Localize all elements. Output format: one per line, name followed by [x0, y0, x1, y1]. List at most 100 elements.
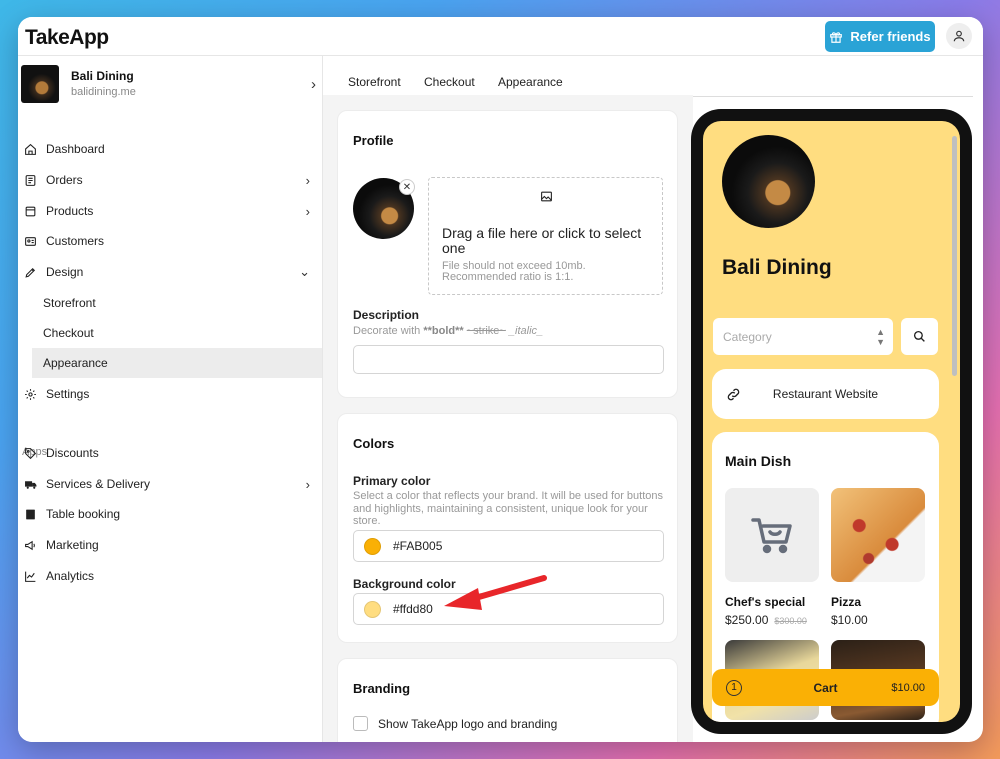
megaphone-icon [18, 539, 46, 552]
sidebar: Bali Dining balidining.me › Dashboard Or… [18, 56, 323, 742]
sidebar-item-design[interactable]: Design ⌄ [18, 257, 322, 287]
sidebar-item-table-booking[interactable]: Table booking [18, 499, 322, 529]
primary-color-swatch[interactable] [364, 537, 381, 555]
design-tabs: Storefront Checkout Appearance [340, 69, 973, 98]
sidebar-item-analytics[interactable]: Analytics [18, 561, 322, 591]
profile-title: Profile [353, 133, 394, 148]
description-input[interactable] [353, 345, 664, 374]
store-switcher[interactable]: Bali Dining balidining.me › [21, 65, 321, 105]
customers-icon [18, 235, 46, 248]
sidebar-subitem-appearance[interactable]: Appearance [32, 348, 322, 378]
sidebar-subitem-storefront[interactable]: Storefront [32, 288, 322, 318]
primary-color-help: Select a color that reflects your brand.… [353, 490, 663, 527]
sidebar-item-label: Design [46, 265, 84, 279]
description-help-italic: _italic_ [508, 325, 544, 337]
product-image-pizza[interactable] [831, 488, 925, 582]
sidebar-item-services-delivery[interactable]: Services & Delivery › [18, 469, 322, 499]
user-avatar-button[interactable] [946, 23, 972, 49]
image-dropzone[interactable]: Drag a file here or click to select one … [428, 177, 663, 295]
chart-icon [18, 570, 46, 583]
sidebar-item-label: Analytics [46, 569, 95, 583]
app-window: TakeApp Refer friends Bali Dining balidi… [18, 17, 983, 742]
preview-search-button[interactable] [901, 318, 938, 355]
tab-checkout[interactable]: Checkout [424, 75, 475, 89]
background-color-swatch[interactable] [364, 600, 381, 618]
colors-title: Colors [353, 436, 395, 451]
category-placeholder: Category [723, 329, 772, 344]
sidebar-item-label: Customers [46, 234, 105, 248]
sidebar-item-discounts[interactable]: Discounts [18, 438, 322, 468]
colors-card: Colors Primary color Select a color that… [337, 413, 678, 643]
sidebar-item-products[interactable]: Products › [18, 196, 322, 226]
sidebar-item-orders[interactable]: Orders › [18, 165, 322, 195]
refer-friends-label: Refer friends [850, 29, 931, 44]
description-help: Decorate with **bold** ~strike~ _italic_ [353, 325, 668, 338]
store-url: balidining.me [71, 86, 136, 98]
link-label: Restaurant Website [772, 387, 879, 401]
remove-image-button[interactable]: ✕ [399, 179, 415, 195]
preview-scrollbar[interactable] [952, 136, 957, 376]
product-price: $250.00 $300.00 [725, 613, 807, 627]
chevron-down-icon: ⌄ [299, 264, 310, 279]
image-icon [541, 191, 552, 202]
product-image-placeholder[interactable] [725, 488, 819, 582]
dropzone-sub-text: File should not exceed 10mb. Recommended… [442, 260, 586, 283]
background-color-value: #ffdd80 [393, 602, 433, 616]
sidebar-item-label: Settings [46, 387, 90, 401]
settings-panel: Profile ✕ Drag a file here or click to s… [323, 95, 693, 742]
phone-preview: Bali Dining Category ▲ ▼ Restaurant Websi… [691, 109, 972, 734]
chevron-right-icon: › [305, 476, 310, 492]
primary-color-label: Primary color [353, 474, 431, 488]
branding-checkbox-label: Show TakeApp logo and branding [378, 717, 558, 731]
sidebar-subitem-checkout[interactable]: Checkout [32, 318, 322, 348]
cart-smile-icon [751, 518, 792, 554]
sidebar-item-dashboard[interactable]: Dashboard [18, 134, 322, 164]
orders-icon [18, 174, 46, 187]
sidebar-item-label: Marketing [46, 538, 99, 552]
chevron-right-icon: › [305, 203, 310, 219]
tab-storefront[interactable]: Storefront [348, 75, 401, 89]
refer-friends-button[interactable]: Refer friends [825, 21, 935, 52]
products-icon [18, 205, 46, 218]
user-icon [953, 30, 965, 42]
home-icon [18, 143, 46, 156]
tag-icon [18, 447, 46, 460]
sidebar-item-label: Table booking [46, 507, 121, 521]
gear-icon [18, 388, 46, 401]
preview-screen: Bali Dining Category ▲ ▼ Restaurant Websi… [703, 121, 960, 722]
sidebar-item-label: Orders [46, 173, 83, 187]
store-thumbnail [21, 65, 59, 103]
background-color-field[interactable]: #ffdd80 [353, 593, 664, 625]
preview-category-select[interactable]: Category ▲ ▼ [713, 318, 893, 355]
background-color-label: Background color [353, 577, 456, 591]
product-name: Chef's special [725, 595, 806, 609]
preview-cart-button[interactable]: 1 Cart $10.00 [712, 669, 939, 706]
sidebar-item-label: Services & Delivery [46, 477, 151, 491]
description-help-bold: **bold** [423, 325, 464, 337]
design-icon [18, 266, 46, 279]
product-old-price: $300.00 [774, 616, 807, 626]
store-name: Bali Dining [71, 69, 134, 83]
description-label: Description [353, 308, 420, 322]
product-price: $10.00 [831, 613, 868, 627]
sidebar-item-marketing[interactable]: Marketing [18, 530, 322, 560]
cart-total: $10.00 [891, 681, 925, 694]
search-icon [913, 330, 925, 342]
sidebar-item-label: Dashboard [46, 142, 105, 156]
primary-color-field[interactable]: #FAB005 [353, 530, 664, 562]
sidebar-item-settings[interactable]: Settings [18, 379, 322, 409]
updown-icon: ▲ ▼ [876, 326, 885, 347]
sidebar-item-customers[interactable]: Customers [18, 226, 322, 256]
description-help-prefix: Decorate with [353, 325, 424, 337]
book-icon [18, 508, 46, 521]
branding-checkbox[interactable] [353, 716, 368, 731]
truck-icon [18, 478, 46, 491]
preview-restaurant-link[interactable]: Restaurant Website [712, 369, 939, 419]
gift-icon [830, 31, 843, 43]
preview-section-title: Main Dish [725, 453, 792, 469]
chevron-right-icon: › [311, 76, 316, 93]
app-logo[interactable]: TakeApp [25, 26, 109, 50]
branding-title: Branding [353, 681, 411, 696]
close-icon: ✕ [402, 181, 412, 193]
sidebar-item-label: Discounts [46, 446, 99, 460]
